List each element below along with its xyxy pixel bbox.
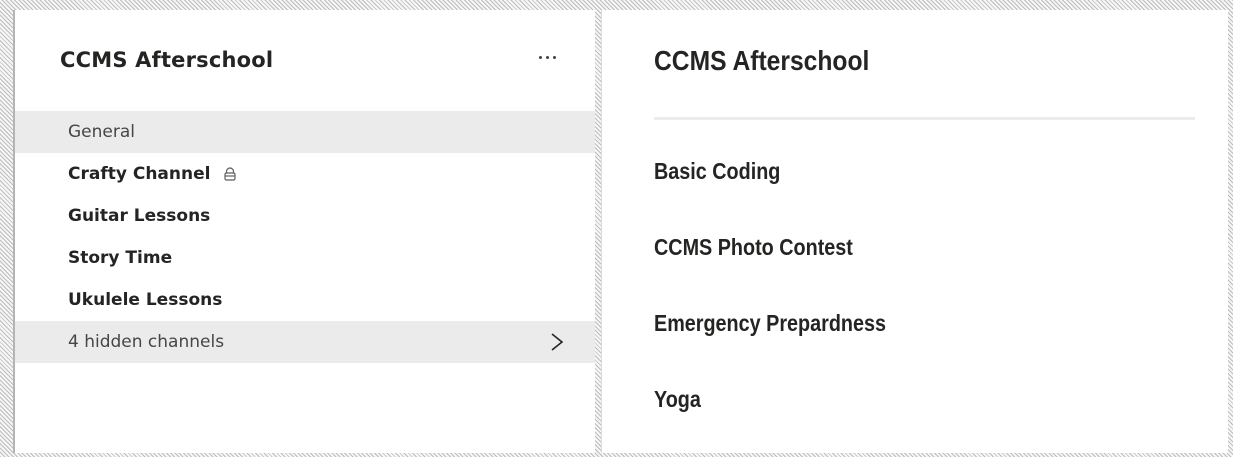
hidden-channel-list: Basic Coding CCMS Photo Contest Emergenc… — [654, 150, 924, 454]
channel-label: Ukulele Lessons — [68, 290, 223, 310]
channel-item-ukulele-lessons[interactable]: Ukulele Lessons — [15, 279, 595, 321]
divider — [654, 117, 1195, 120]
hidden-channels-label: 4 hidden channels — [68, 332, 225, 352]
lock-icon — [224, 167, 237, 181]
channel-item-guitar-lessons[interactable]: Guitar Lessons — [15, 195, 595, 237]
hidden-channel-item-yoga[interactable]: Yoga — [654, 378, 886, 454]
channel-item-story-time[interactable]: Story Time — [15, 237, 595, 279]
more-options-button[interactable] — [527, 43, 567, 71]
channel-label: Guitar Lessons — [68, 206, 211, 226]
more-horizontal-icon — [538, 55, 556, 59]
channel-label: Crafty Channel — [68, 164, 211, 184]
hidden-channels-link[interactable]: 4 hidden channels — [15, 321, 595, 363]
hidden-channel-item-emergency-prepardness[interactable]: Emergency Prepardness — [654, 302, 886, 378]
hidden-channel-item-basic-coding[interactable]: Basic Coding — [654, 150, 886, 226]
channel-item-general[interactable]: General — [15, 111, 595, 153]
channel-label: Story Time — [68, 248, 173, 268]
channel-label: General — [68, 122, 135, 142]
hidden-channel-item-ccms-photo-contest[interactable]: CCMS Photo Contest — [654, 226, 886, 302]
channel-sidebar: CCMS Afterschool General Crafty Channel … — [13, 10, 595, 453]
channel-list: General Crafty Channel Guitar Lessons St… — [15, 111, 595, 363]
channel-item-crafty-channel[interactable]: Crafty Channel — [15, 153, 595, 195]
chevron-right-icon — [551, 333, 564, 351]
panel-title: CCMS Afterschool — [654, 45, 870, 76]
hidden-channels-panel: CCMS Afterschool Basic Coding CCMS Photo… — [601, 10, 1228, 453]
team-name[interactable]: CCMS Afterschool — [60, 48, 273, 72]
